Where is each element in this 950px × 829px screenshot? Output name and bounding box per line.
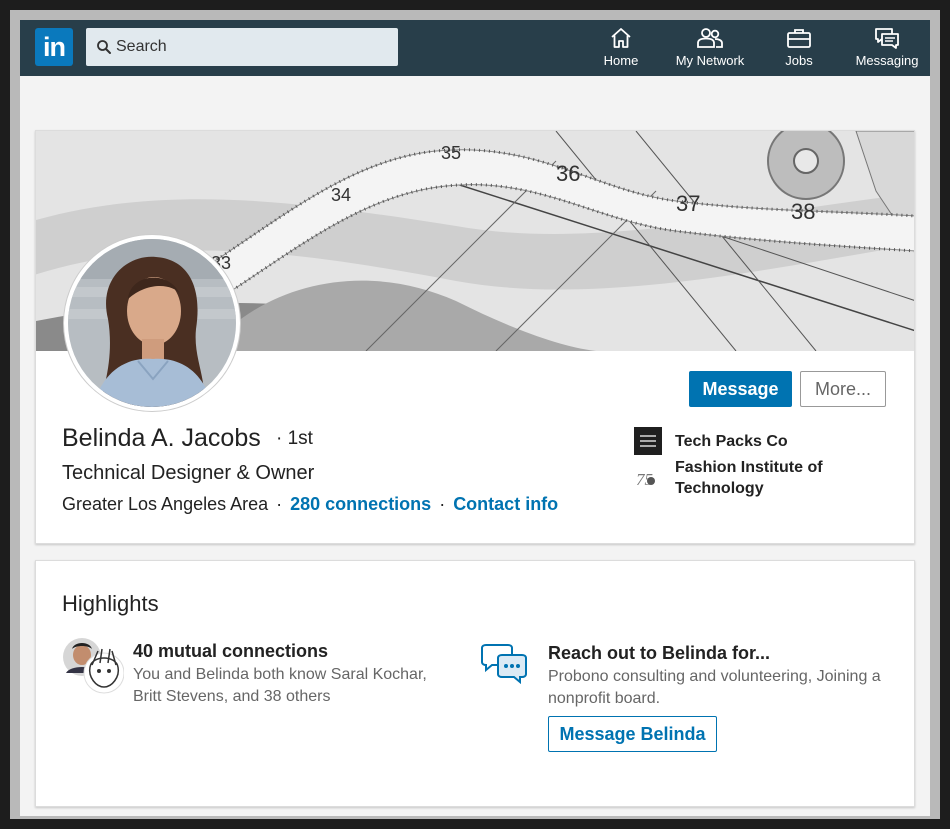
tape-number-36: 36 — [556, 161, 580, 186]
nav-home-label: Home — [603, 53, 639, 68]
separator-dot: · — [439, 494, 446, 514]
search-box[interactable] — [86, 28, 398, 66]
nav-messaging-label: Messaging — [855, 53, 919, 68]
mutual-connections-text: You and Belinda both know Saral Kochar, … — [133, 666, 427, 705]
nav-messaging[interactable]: Messaging — [852, 26, 922, 72]
mutual-connections-avatars[interactable] — [62, 637, 124, 695]
nav-jobs[interactable]: Jobs — [774, 26, 824, 72]
org-fit-name: Fashion Institute of Technology — [675, 459, 823, 497]
profile-card: 33 34 35 36 37 38 Message More... Belind… — [35, 130, 915, 544]
org-tech-packs-name: Tech Packs Co — [675, 433, 788, 450]
org-tech-packs[interactable]: Tech Packs Co — [634, 427, 904, 455]
browser-viewport: in Home My Network — [20, 20, 930, 816]
highlights-card: Highlights 40 mutual connections You and… — [35, 560, 915, 807]
message-button[interactable]: Message — [689, 371, 792, 407]
tech-packs-logo — [634, 427, 662, 455]
tape-number-34: 34 — [331, 185, 351, 205]
fit-logo: 75 — [636, 470, 655, 489]
profile-meta: Greater Los Angeles Area · 280 connections… — [62, 494, 558, 515]
top-nav-bar: in Home My Network — [20, 20, 930, 76]
messaging-icon — [875, 28, 899, 49]
home-icon — [611, 28, 631, 48]
separator-dot: · — [276, 494, 283, 514]
message-belinda-button[interactable]: Message Belinda — [548, 716, 717, 752]
nav-my-network-label: My Network — [675, 53, 745, 68]
tape-number-37: 37 — [676, 191, 700, 216]
profile-headline: Technical Designer & Owner — [62, 462, 315, 484]
profile-name: Belinda A. Jacobs — [62, 424, 261, 452]
more-button[interactable]: More... — [800, 371, 886, 407]
reach-out-text: Probono consulting and volunteering, Joi… — [548, 668, 881, 707]
search-input[interactable] — [116, 28, 386, 66]
mutual-connections-title[interactable]: 40 mutual connections — [133, 641, 328, 662]
tape-number-38: 38 — [791, 199, 815, 224]
profile-photo[interactable] — [64, 235, 240, 411]
degree-separator: · — [276, 428, 283, 449]
org-fit[interactable]: 75 Fashion Institute of Technology — [634, 457, 904, 503]
highlights-title: Highlights — [62, 591, 159, 616]
linkedin-logo[interactable]: in — [35, 28, 73, 66]
reach-out-title: Reach out to Belinda for... — [548, 643, 771, 663]
nav-my-network[interactable]: My Network — [668, 26, 752, 72]
degree-label: 1st — [287, 428, 313, 449]
nav-jobs-label: Jobs — [785, 53, 813, 68]
chat-bubbles-icon — [481, 644, 527, 684]
contact-info-link[interactable]: Contact info — [453, 494, 558, 514]
connection-degree: · 1st — [276, 428, 313, 450]
search-icon — [97, 40, 111, 54]
tape-number-35: 35 — [441, 143, 461, 163]
connections-link[interactable]: 280 connections — [290, 494, 431, 514]
network-icon — [697, 28, 723, 48]
profile-location: Greater Los Angeles Area — [62, 494, 269, 514]
briefcase-icon — [787, 29, 811, 48]
nav-home[interactable]: Home — [596, 26, 646, 72]
